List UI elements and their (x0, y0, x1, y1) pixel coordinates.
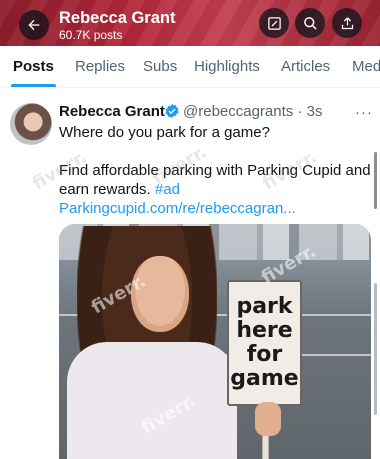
tab-articles[interactable]: Articles (281, 58, 330, 75)
profile-tabs: Posts Replies Subs Highlights Articles M… (0, 46, 380, 88)
profile-name-title: Rebecca Grant (59, 9, 176, 27)
back-button[interactable] (19, 10, 49, 40)
parking-sign: park here for game (227, 280, 302, 406)
avatar[interactable] (10, 103, 52, 145)
tab-highlights[interactable]: Highlights (194, 58, 260, 75)
edit-button[interactable] (259, 8, 289, 38)
tab-posts[interactable]: Posts (13, 58, 54, 75)
scrollbar[interactable] (374, 152, 377, 209)
hand (255, 402, 281, 436)
post-count: 60.7K posts (59, 28, 123, 42)
edit-icon (267, 16, 281, 30)
verified-badge-icon (165, 104, 179, 118)
sign-text: park here for game (230, 294, 299, 391)
back-arrow-icon (28, 19, 40, 31)
active-tab-indicator (11, 84, 56, 87)
shirt (67, 342, 237, 459)
author-handle[interactable]: @rebeccagrants · 3s (183, 103, 322, 120)
tweet-image[interactable]: park here for game fiverr. fiverr. fiver… (59, 224, 371, 459)
post-time: 3s (306, 103, 323, 120)
tab-replies[interactable]: Replies (75, 58, 125, 75)
hashtag-link[interactable]: #ad (155, 181, 180, 198)
more-options-icon[interactable]: ··· (355, 104, 373, 121)
face (131, 256, 189, 332)
tab-media[interactable]: Med (352, 58, 380, 75)
tab-subs[interactable]: Subs (143, 58, 177, 75)
profile-header: Rebecca Grant 60.7K posts (0, 0, 380, 46)
author-name[interactable]: Rebecca Grant (59, 103, 165, 120)
share-icon (341, 16, 353, 29)
scrollbar-track[interactable] (374, 283, 377, 415)
tweet-text-span: earn rewards. (59, 181, 151, 198)
tweet-text-line-3: earn rewards. #ad (59, 180, 180, 199)
tweet-text-line-1: Where do you park for a game? (59, 124, 270, 141)
search-button[interactable] (295, 8, 325, 38)
handle-text: @rebeccagrants (183, 103, 294, 120)
tweet-url-link[interactable]: Parkingcupid.com/re/rebeccagran... (59, 199, 296, 218)
share-button[interactable] (332, 8, 362, 38)
tweet-text-line-2: Find affordable parking with Parking Cup… (59, 162, 371, 179)
search-icon (303, 16, 317, 30)
